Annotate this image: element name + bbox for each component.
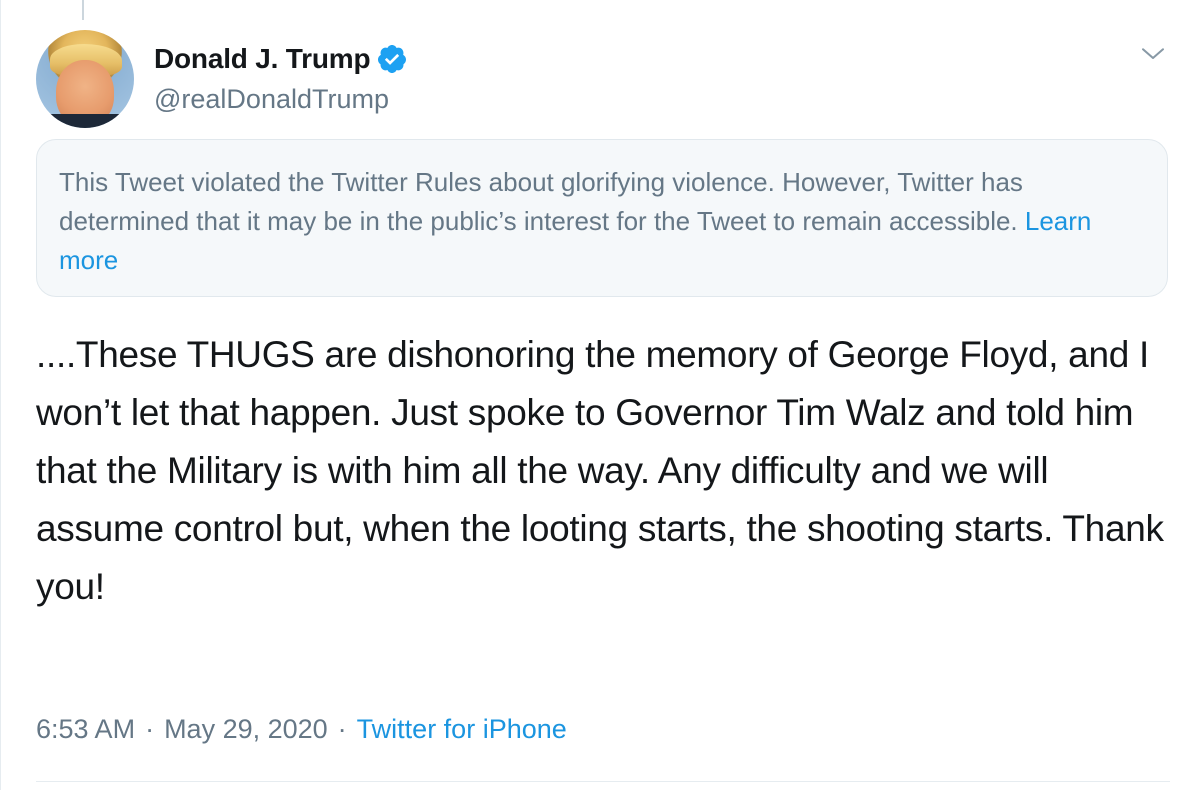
policy-notice-text: This Tweet violated the Twitter Rules ab… bbox=[59, 167, 1025, 236]
thread-connector-line bbox=[82, 0, 84, 20]
tweet-header: Donald J. Trump @realDonaldTrump bbox=[36, 28, 1176, 132]
tweet-date[interactable]: May 29, 2020 bbox=[164, 714, 328, 745]
tweet-time[interactable]: 6:53 AM bbox=[36, 714, 135, 745]
meta-separator: · bbox=[145, 714, 155, 744]
author-display-name[interactable]: Donald J. Trump bbox=[154, 43, 371, 75]
policy-notice: This Tweet violated the Twitter Rules ab… bbox=[36, 139, 1168, 297]
chevron-down-icon[interactable] bbox=[1138, 38, 1168, 68]
author-name-row[interactable]: Donald J. Trump bbox=[154, 42, 408, 76]
avatar-suit bbox=[36, 114, 134, 128]
author-handle[interactable]: @realDonaldTrump bbox=[154, 84, 389, 115]
tweet-detail-view: Donald J. Trump @realDonaldTrump This Tw… bbox=[0, 0, 1192, 790]
tweet-source-link[interactable]: Twitter for iPhone bbox=[357, 714, 567, 745]
divider bbox=[36, 781, 1170, 782]
meta-separator: · bbox=[337, 714, 347, 744]
author-avatar[interactable] bbox=[36, 30, 134, 128]
tweet-metadata: 6:53 AM · May 29, 2020 · Twitter for iPh… bbox=[36, 714, 567, 745]
tweet-text: ....These THUGS are dishonoring the memo… bbox=[36, 334, 1174, 607]
verified-badge-icon bbox=[378, 45, 407, 73]
column-border bbox=[0, 0, 1, 790]
